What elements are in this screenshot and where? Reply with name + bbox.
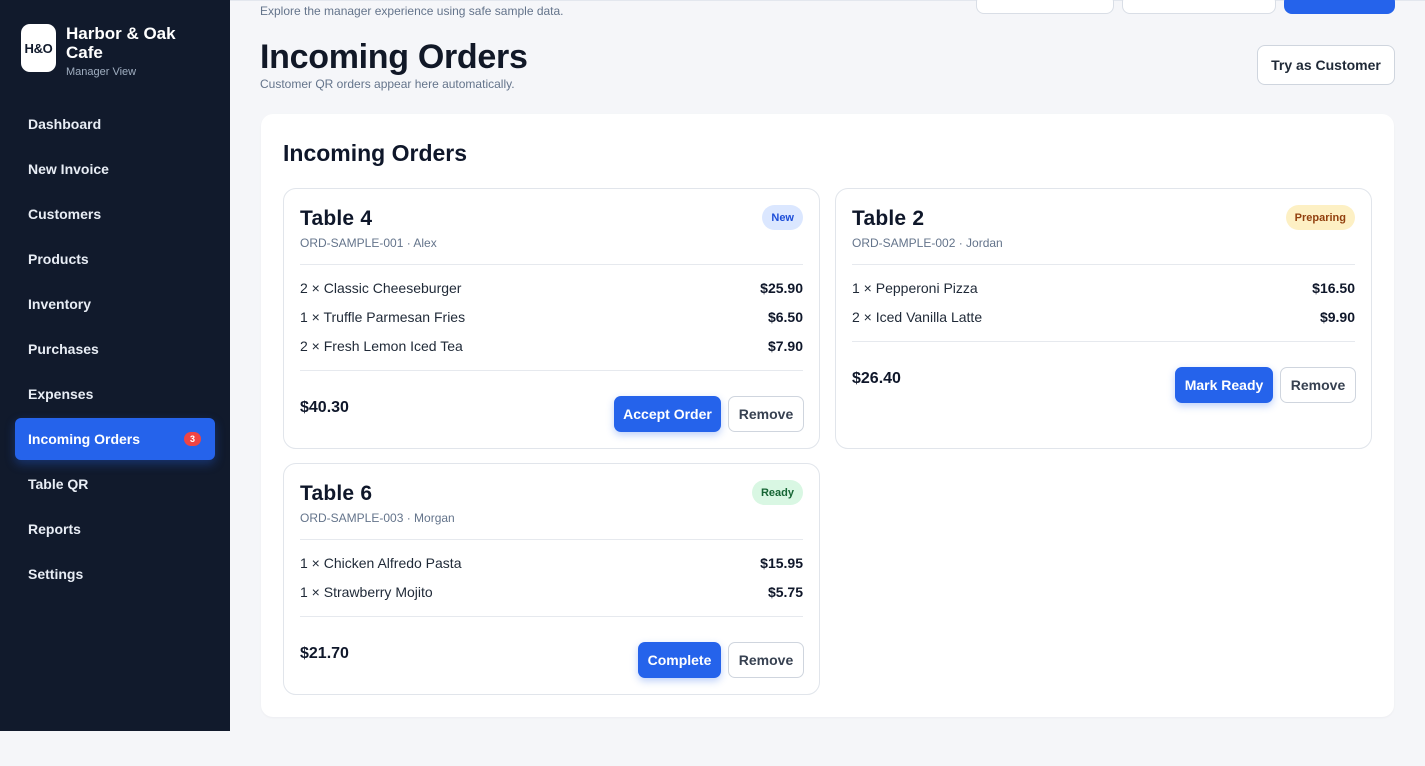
- sidebar-item-label: Inventory: [28, 296, 92, 312]
- order-table: Table 2: [852, 207, 925, 230]
- sidebar-item-label: Table QR: [28, 476, 89, 492]
- divider: [300, 264, 803, 265]
- sidebar-item-label: Purchases: [28, 341, 99, 357]
- order-meta: ORD-SAMPLE-002 · Jordan: [852, 236, 1003, 250]
- try-as-customer-button[interactable]: Try as Customer: [1257, 45, 1395, 85]
- top-toolbar-button-1[interactable]: [976, 0, 1114, 14]
- line-item-name: 2 × Fresh Lemon Iced Tea: [300, 338, 463, 354]
- sidebar-item-settings[interactable]: Settings: [15, 553, 215, 595]
- status-badge: Ready: [751, 480, 803, 505]
- line-item-name: 2 × Classic Cheeseburger: [300, 280, 462, 296]
- order-total: $26.40: [852, 370, 901, 387]
- mark-ready-button[interactable]: Mark Ready: [1175, 367, 1273, 403]
- divider: [300, 616, 803, 617]
- divider: [852, 341, 1355, 342]
- remove-order-button[interactable]: Remove: [728, 642, 804, 678]
- sidebar: H&O Harbor & Oak Cafe Manager View Dashb…: [0, 0, 230, 731]
- brand-text: Harbor & Oak Cafe Manager View: [66, 24, 216, 78]
- order-line-item: 1 × Truffle Parmesan Fries $6.50: [300, 307, 803, 327]
- divider: [852, 264, 1355, 265]
- line-item-name: 2 × Iced Vanilla Latte: [852, 309, 983, 325]
- status-badge: Preparing: [1285, 205, 1355, 230]
- sidebar-item-label: Expenses: [28, 386, 94, 402]
- line-item-price: $6.50: [767, 309, 803, 325]
- order-table: Table 6: [300, 482, 373, 505]
- line-item-name: 1 × Pepperoni Pizza: [852, 280, 978, 296]
- sidebar-item-reports[interactable]: Reports: [15, 508, 215, 550]
- sidebar-item-inventory[interactable]: Inventory: [15, 283, 215, 325]
- brand[interactable]: H&O Harbor & Oak Cafe Manager View: [21, 24, 216, 78]
- order-total: $40.30: [300, 399, 349, 416]
- sidebar-item-label: Customers: [28, 206, 102, 222]
- order-card: Table 4 ORD-SAMPLE-001 · Alex New 2 × Cl…: [283, 188, 820, 449]
- order-card: Table 2 ORD-SAMPLE-002 · Jordan Preparin…: [835, 188, 1372, 449]
- order-line-item: 1 × Strawberry Mojito $5.75: [300, 582, 803, 602]
- line-item-name: 1 × Truffle Parmesan Fries: [300, 309, 466, 325]
- sidebar-item-incoming-orders[interactable]: Incoming Orders 3: [15, 418, 215, 460]
- line-item-price: $5.75: [767, 584, 803, 600]
- line-item-name: 1 × Chicken Alfredo Pasta: [300, 555, 462, 571]
- accept-order-button[interactable]: Accept Order: [614, 396, 721, 432]
- complete-order-button[interactable]: Complete: [638, 642, 721, 678]
- orders-count-badge: 3: [184, 432, 201, 446]
- brand-subtitle: Manager View: [66, 66, 137, 78]
- sidebar-item-table-qr[interactable]: Table QR: [15, 463, 215, 505]
- top-toolbar-primary-button[interactable]: [1284, 0, 1395, 14]
- panel-title: Incoming Orders: [283, 140, 468, 166]
- sidebar-item-label: Dashboard: [28, 116, 102, 132]
- line-item-price: $16.50: [1312, 280, 1355, 296]
- demo-note: Explore the manager experience using saf…: [260, 4, 564, 18]
- order-line-item: 2 × Classic Cheeseburger $25.90: [300, 278, 803, 298]
- sidebar-item-expenses[interactable]: Expenses: [15, 373, 215, 415]
- divider: [300, 370, 803, 371]
- brand-name: Harbor & Oak Cafe: [66, 24, 176, 62]
- order-card: Table 6 ORD-SAMPLE-003 · Morgan Ready 1 …: [283, 463, 820, 695]
- order-table: Table 4: [300, 207, 373, 230]
- sidebar-item-new-invoice[interactable]: New Invoice: [15, 148, 215, 190]
- order-meta: ORD-SAMPLE-003 · Morgan: [300, 511, 455, 525]
- order-line-item: 2 × Iced Vanilla Latte $9.90: [852, 307, 1355, 327]
- order-line-item: 2 × Fresh Lemon Iced Tea $7.90: [300, 336, 803, 356]
- sidebar-nav: Dashboard New Invoice Customers Products…: [15, 103, 215, 598]
- line-item-price: $15.95: [760, 555, 803, 571]
- orders-panel: Incoming Orders Table 4 ORD-SAMPLE-001 ·…: [261, 114, 1394, 717]
- remove-order-button[interactable]: Remove: [1280, 367, 1356, 403]
- sidebar-item-label: Settings: [28, 566, 84, 582]
- status-badge: New: [762, 205, 803, 230]
- line-item-name: 1 × Strawberry Mojito: [300, 584, 433, 600]
- sidebar-item-dashboard[interactable]: Dashboard: [15, 103, 215, 145]
- brand-logo: H&O: [21, 24, 56, 72]
- sidebar-item-label: New Invoice: [28, 161, 109, 177]
- line-item-price: $9.90: [1319, 309, 1355, 325]
- sidebar-item-products[interactable]: Products: [15, 238, 215, 280]
- order-line-item: 1 × Chicken Alfredo Pasta $15.95: [300, 553, 803, 573]
- line-item-price: $25.90: [760, 280, 803, 296]
- top-toolbar-button-2[interactable]: [1122, 0, 1276, 14]
- sidebar-item-label: Products: [28, 251, 89, 267]
- order-meta: ORD-SAMPLE-001 · Alex: [300, 236, 437, 250]
- sidebar-item-label: Incoming Orders: [28, 431, 141, 447]
- order-line-item: 1 × Pepperoni Pizza $16.50: [852, 278, 1355, 298]
- page-subtitle: Customer QR orders appear here automatic…: [260, 77, 515, 91]
- sidebar-item-customers[interactable]: Customers: [15, 193, 215, 235]
- divider: [300, 539, 803, 540]
- line-item-price: $7.90: [767, 338, 803, 354]
- sidebar-item-label: Reports: [28, 521, 81, 537]
- order-total: $21.70: [300, 645, 349, 662]
- remove-order-button[interactable]: Remove: [728, 396, 804, 432]
- sidebar-item-purchases[interactable]: Purchases: [15, 328, 215, 370]
- page-title: Incoming Orders: [260, 38, 528, 76]
